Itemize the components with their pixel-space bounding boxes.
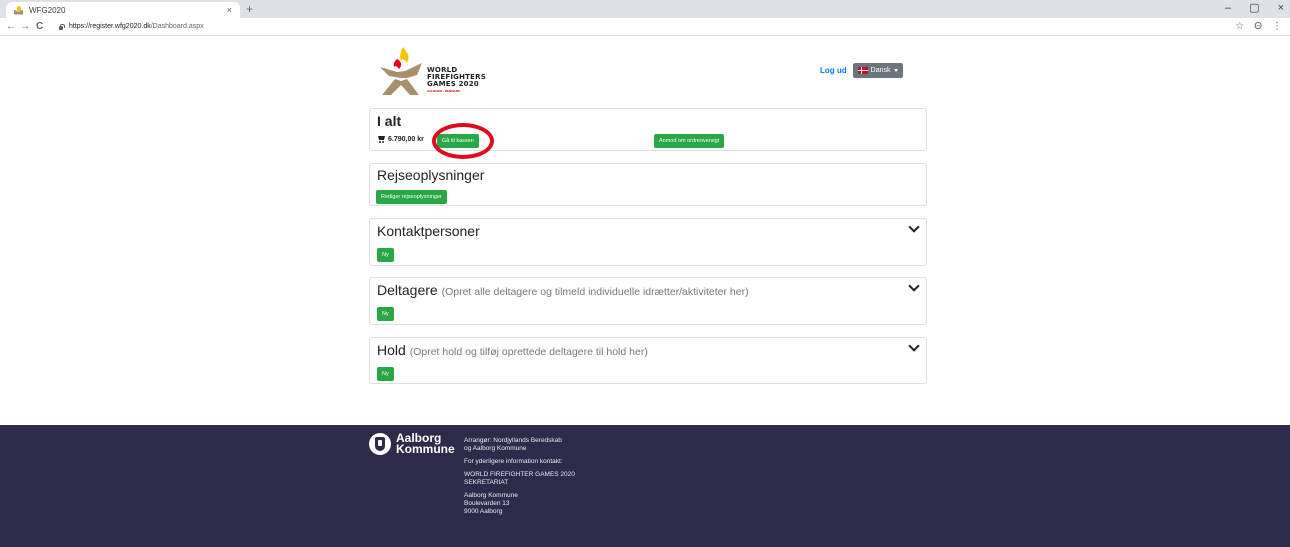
forward-icon[interactable]: →: [20, 20, 30, 33]
browser-toolbar: ← → C https://register.wfg2020.dk /Dashb…: [0, 18, 1290, 36]
new-tab-icon[interactable]: +: [246, 2, 253, 16]
caret-down-icon: [893, 69, 898, 72]
minimize-icon[interactable]: –: [1225, 1, 1231, 15]
wfg-favicon-icon: [14, 5, 23, 15]
browser-tab[interactable]: WFG2020 ×: [6, 2, 240, 18]
contacts-card-title: Kontaktpersoner: [377, 223, 480, 239]
chevron-down-icon[interactable]: [908, 280, 920, 292]
maximize-icon[interactable]: ▢: [1249, 1, 1259, 15]
chevron-down-icon[interactable]: [908, 221, 920, 233]
aalborg-wordmark: Aalborg Kommune: [396, 431, 455, 456]
total-amount-value: 6.790,00 kr: [388, 135, 424, 143]
language-label: Dansk: [870, 67, 891, 74]
teams-card[interactable]: Hold (Opret hold og tilføj oprettede del…: [369, 337, 927, 384]
travel-card: Rejseoplysninger Rediger rejseoplysninge…: [369, 163, 927, 206]
secretariat-text: WORLD FIREFIGHTER GAMES 2020 SEKRETARIAT: [464, 471, 575, 486]
language-dropdown[interactable]: Dansk: [852, 63, 903, 78]
bookmark-star-icon[interactable]: ☆: [1235, 20, 1244, 33]
aalborg-logo[interactable]: Aalborg Kommune: [369, 431, 455, 456]
url-path: /Dashboard.aspx: [150, 23, 204, 30]
new-team-button[interactable]: Ny: [377, 367, 394, 381]
window-controls: – ▢ ×: [1225, 1, 1284, 15]
back-icon[interactable]: ←: [6, 20, 16, 33]
checkout-button[interactable]: Gå til kassen: [437, 134, 479, 148]
organizer-text: Arrangør: Nordjyllands Beredskab og Aalb…: [464, 437, 562, 452]
address-text: Aalborg Kommune Boulevarden 13 9000 Aalb…: [464, 492, 518, 515]
total-card-title: I alt: [377, 113, 402, 129]
wfg-logo[interactable]: WORLD FIREFIGHTERS GAMES 2020 AALBORG · …: [377, 45, 497, 105]
chevron-down-icon[interactable]: [908, 340, 920, 352]
cart-icon: [377, 135, 386, 143]
url-host: https://register.wfg2020.dk: [69, 23, 151, 30]
danish-flag-icon: [857, 67, 868, 74]
reload-icon[interactable]: C: [36, 20, 43, 33]
contacts-card[interactable]: Kontaktpersoner Ny: [369, 218, 927, 266]
toolbar-right: ☆ Θ ⋮: [1235, 20, 1282, 33]
logo-wordmark: WORLD FIREFIGHTERS GAMES 2020: [427, 66, 486, 88]
footer-info: Arrangør: Nordjyllands Beredskab og Aalb…: [464, 437, 575, 521]
teams-subtitle: (Opret hold og tilføj oprettede deltager…: [409, 346, 648, 358]
participants-card[interactable]: Deltagere (Opret alle deltagere og tilme…: [369, 277, 927, 325]
contact-info-text: For yderligere information kontakt:: [464, 458, 563, 465]
wfg-flame-icon: [380, 47, 422, 95]
request-order-summary-button[interactable]: Anmod om ordreoversigt: [654, 134, 725, 148]
address-bar[interactable]: https://register.wfg2020.dk /Dashboard.a…: [58, 20, 1238, 33]
participants-card-title: Deltagere (Opret alle deltagere og tilme…: [377, 282, 749, 298]
new-contact-button[interactable]: Ny: [377, 248, 394, 262]
logout-link[interactable]: Log ud: [820, 66, 847, 75]
aalborg-crest-icon: [369, 433, 391, 455]
tab-close-icon[interactable]: ×: [227, 5, 232, 15]
profile-icon[interactable]: Θ: [1254, 20, 1262, 33]
new-participant-button[interactable]: Ny: [377, 307, 394, 321]
logo-subtitle: AALBORG · DENMARK: [427, 89, 461, 93]
travel-card-title: Rejseoplysninger: [377, 167, 485, 183]
teams-title: Hold: [377, 342, 406, 358]
footer: Aalborg Kommune Arrangør: Nordjyllands B…: [0, 425, 1290, 547]
teams-card-title: Hold (Opret hold og tilføj oprettede del…: [377, 342, 648, 358]
lock-icon: [58, 23, 65, 30]
participants-subtitle: (Opret alle deltagere og tilmeld individ…: [441, 286, 749, 298]
browser-titlebar: WFG2020 × + – ▢ ×: [0, 0, 1290, 18]
menu-icon[interactable]: ⋮: [1272, 20, 1282, 33]
edit-travel-button[interactable]: Rediger rejseoplysninger: [376, 190, 447, 204]
total-amount: 6.790,00 kr: [377, 135, 424, 143]
header-nav: Log ud Dansk: [820, 63, 903, 78]
participants-title: Deltagere: [377, 282, 438, 298]
tab-title: WFG2020: [29, 5, 66, 15]
total-card: I alt 6.790,00 kr Gå til kassen Anmod om…: [369, 108, 927, 151]
close-window-icon[interactable]: ×: [1278, 1, 1284, 15]
